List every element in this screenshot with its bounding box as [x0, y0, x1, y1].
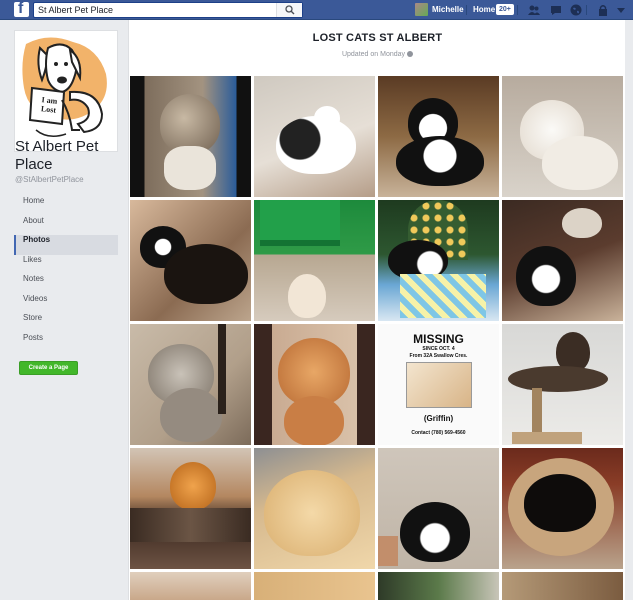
photo-tile[interactable] — [130, 200, 251, 321]
chevron-down-icon[interactable] — [615, 4, 627, 16]
divider — [466, 5, 467, 15]
search-input[interactable] — [38, 3, 278, 17]
nav-item-home[interactable]: Home — [14, 196, 118, 216]
messages-icon[interactable] — [550, 4, 562, 16]
photo-tile[interactable] — [502, 76, 623, 197]
photo-tile[interactable] — [502, 200, 623, 321]
home-link[interactable]: Home — [473, 5, 495, 14]
poster-contact: Contact (780) 569-4560 — [411, 430, 466, 436]
nav-item-notes[interactable]: Notes — [14, 274, 118, 294]
nav-item-store[interactable]: Store — [14, 313, 118, 333]
audience-globe-icon — [407, 51, 414, 57]
photo-tile[interactable] — [254, 324, 375, 445]
album-title: LOST CATS ST ALBERT — [312, 32, 443, 44]
left-column: I am Lost St Albert Pet Place @StAlbertP… — [0, 20, 128, 600]
search-button[interactable] — [276, 3, 302, 17]
globe-icon[interactable] — [570, 4, 582, 16]
divider — [586, 5, 587, 15]
lost-dog-logo-icon — [22, 37, 107, 137]
profile-picture[interactable]: I am Lost — [14, 30, 118, 152]
photo-tile[interactable] — [130, 448, 251, 569]
poster-address: From 32A Swallow Cres. — [409, 353, 468, 359]
avatar[interactable] — [415, 3, 428, 16]
logo-sign-text: I am Lost — [40, 95, 58, 115]
poster-title: MISSING — [413, 332, 464, 346]
photo-tile[interactable] — [254, 76, 375, 197]
poster-card: MISSING SINCE OCT. 4 From 32A Swallow Cr… — [378, 324, 499, 445]
search-icon — [285, 5, 295, 15]
page-nav: Home About Photos Likes Notes Videos Sto… — [14, 196, 118, 352]
photo-tile[interactable] — [502, 448, 623, 569]
photo-tile[interactable] — [378, 448, 499, 569]
facebook-logo-icon[interactable] — [14, 0, 29, 18]
poster-photo — [406, 362, 472, 408]
poster-since: SINCE OCT. 4 — [422, 346, 455, 352]
nav-item-videos[interactable]: Videos — [14, 294, 118, 314]
photo-tile[interactable] — [502, 324, 623, 445]
nav-item-likes[interactable]: Likes — [14, 255, 118, 275]
photo-tile[interactable] — [254, 572, 375, 600]
home-badge: 20+ — [496, 4, 514, 15]
top-bar: Michelle Home 20+ — [0, 0, 633, 20]
photo-tile[interactable] — [130, 76, 251, 197]
missing-poster[interactable]: MISSING SINCE OCT. 4 From 32A Swallow Cr… — [378, 324, 499, 445]
album-panel: LOST CATS ST ALBERT Updated on Monday MI… — [128, 20, 625, 600]
album-updated: Updated on Monday — [129, 51, 626, 58]
photo-tile[interactable] — [502, 572, 623, 600]
updated-text: Updated on Monday — [341, 51, 406, 58]
profile-link[interactable]: Michelle — [432, 5, 464, 14]
page-logo: I am Lost — [18, 34, 114, 148]
photo-tile[interactable] — [254, 200, 375, 321]
page-title[interactable]: St Albert Pet Place — [15, 138, 125, 174]
search-box[interactable] — [33, 2, 303, 18]
photo-tile[interactable] — [130, 572, 251, 600]
lock-icon[interactable] — [597, 4, 609, 16]
nav-item-about[interactable]: About — [14, 216, 118, 236]
friend-requests-icon[interactable] — [528, 4, 540, 16]
page-handle[interactable]: @StAlbertPetPlace — [15, 175, 84, 184]
photo-tile[interactable] — [130, 324, 251, 445]
poster-cat-name: (Griffin) — [423, 414, 454, 423]
divider — [517, 5, 518, 15]
photo-tile[interactable] — [254, 448, 375, 569]
nav-item-posts[interactable]: Posts — [14, 333, 118, 353]
photo-tile[interactable] — [378, 76, 499, 197]
photo-tile[interactable] — [378, 572, 499, 600]
create-page-button[interactable]: Create a Page — [19, 361, 78, 375]
nav-item-photos[interactable]: Photos — [14, 235, 118, 255]
photo-tile[interactable] — [378, 200, 499, 321]
